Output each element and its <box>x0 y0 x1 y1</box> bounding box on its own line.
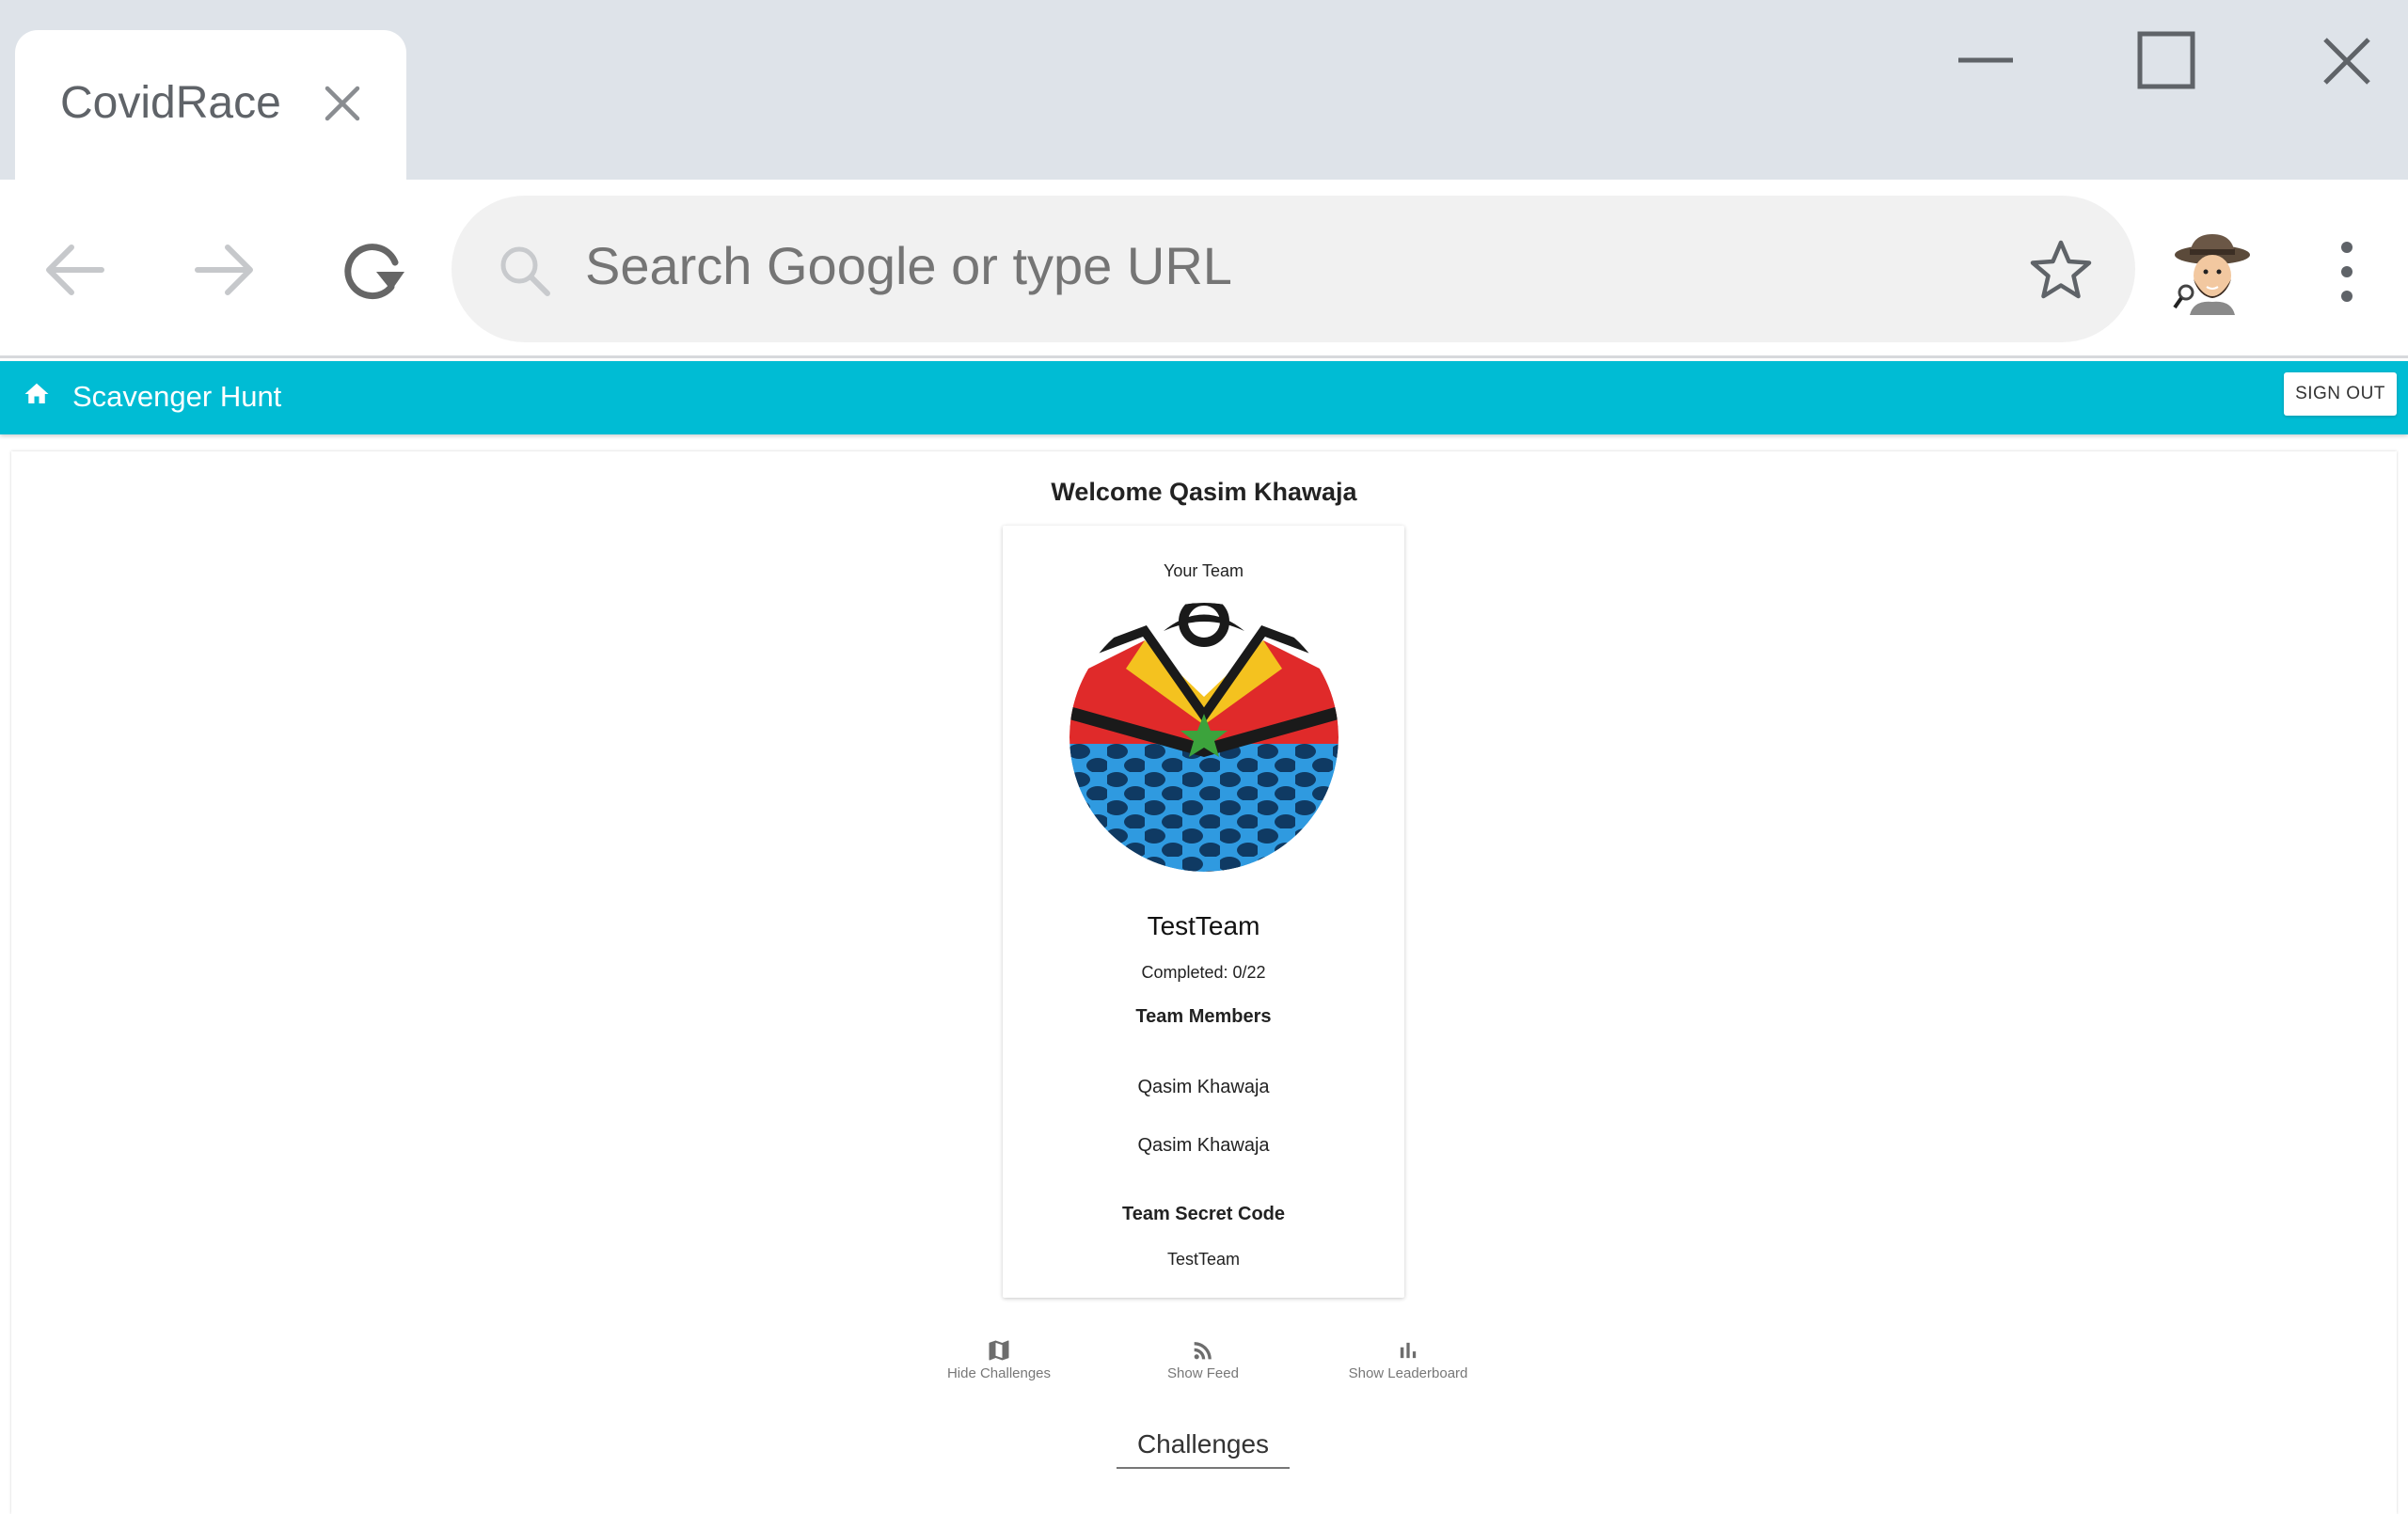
challenges-heading: Challenges <box>1117 1429 1290 1469</box>
rss-feed-icon <box>1194 1342 1212 1360</box>
more-menu-icon[interactable] <box>2328 234 2366 309</box>
browser-titlebar: CovidRace <box>0 0 2408 181</box>
team-avatar <box>1069 603 1339 872</box>
show-leaderboard-button[interactable]: Show Leaderboard <box>1323 1337 1493 1394</box>
show-feed-button[interactable]: Show Feed <box>1118 1337 1288 1394</box>
team-card: Your Team TestTeam Completed: 0/22 Team … <box>1003 526 1404 1298</box>
minimize-icon[interactable] <box>1953 28 2019 94</box>
hide-challenges-button[interactable]: Hide Challenges <box>914 1337 1084 1394</box>
team-member-item: Qasim Khawaja <box>1137 1077 1270 1097</box>
browser-toolbar <box>0 180 2408 358</box>
team-name: TestTeam <box>1147 911 1260 940</box>
map-icon <box>989 1340 1009 1361</box>
team-card-caption: Your Team <box>1163 561 1244 580</box>
tab-close-icon[interactable] <box>322 83 363 124</box>
welcome-heading: Welcome Qasim Khawaja <box>1051 478 1357 506</box>
bar-chart-icon <box>1400 1342 1417 1359</box>
sign-out-button[interactable]: SIGN OUT <box>2284 372 2397 416</box>
app-title: Scavenger Hunt <box>72 380 282 413</box>
tab-title: CovidRace <box>60 78 281 128</box>
search-icon <box>500 246 550 296</box>
forward-arrow-icon[interactable] <box>188 234 260 306</box>
address-input[interactable] <box>585 235 1949 296</box>
team-secret-code: TestTeam <box>1166 1250 1241 1269</box>
back-arrow-icon[interactable] <box>40 234 111 306</box>
address-bar[interactable] <box>452 196 2135 342</box>
team-secret-code-heading: Team Secret Code <box>1121 1204 1286 1224</box>
completed-count: Completed: 0/22 <box>1141 963 1266 982</box>
show-leaderboard-label: Show Leaderboard <box>1348 1365 1468 1381</box>
app-bar: Scavenger Hunt SIGN OUT <box>0 361 2408 434</box>
team-members-heading: Team Members <box>1135 1006 1272 1027</box>
home-icon[interactable] <box>23 380 51 408</box>
reload-icon[interactable] <box>337 234 408 306</box>
hide-challenges-label: Hide Challenges <box>946 1365 1052 1381</box>
browser-tab[interactable]: CovidRace <box>15 30 406 181</box>
show-feed-label: Show Feed <box>1167 1365 1239 1381</box>
bookmark-star-icon[interactable] <box>2028 237 2094 303</box>
profile-avatar[interactable] <box>2167 227 2258 317</box>
close-window-icon[interactable] <box>2314 28 2380 94</box>
team-member-item: Qasim Khawaja <box>1137 1135 1270 1156</box>
maximize-icon[interactable] <box>2135 28 2201 94</box>
